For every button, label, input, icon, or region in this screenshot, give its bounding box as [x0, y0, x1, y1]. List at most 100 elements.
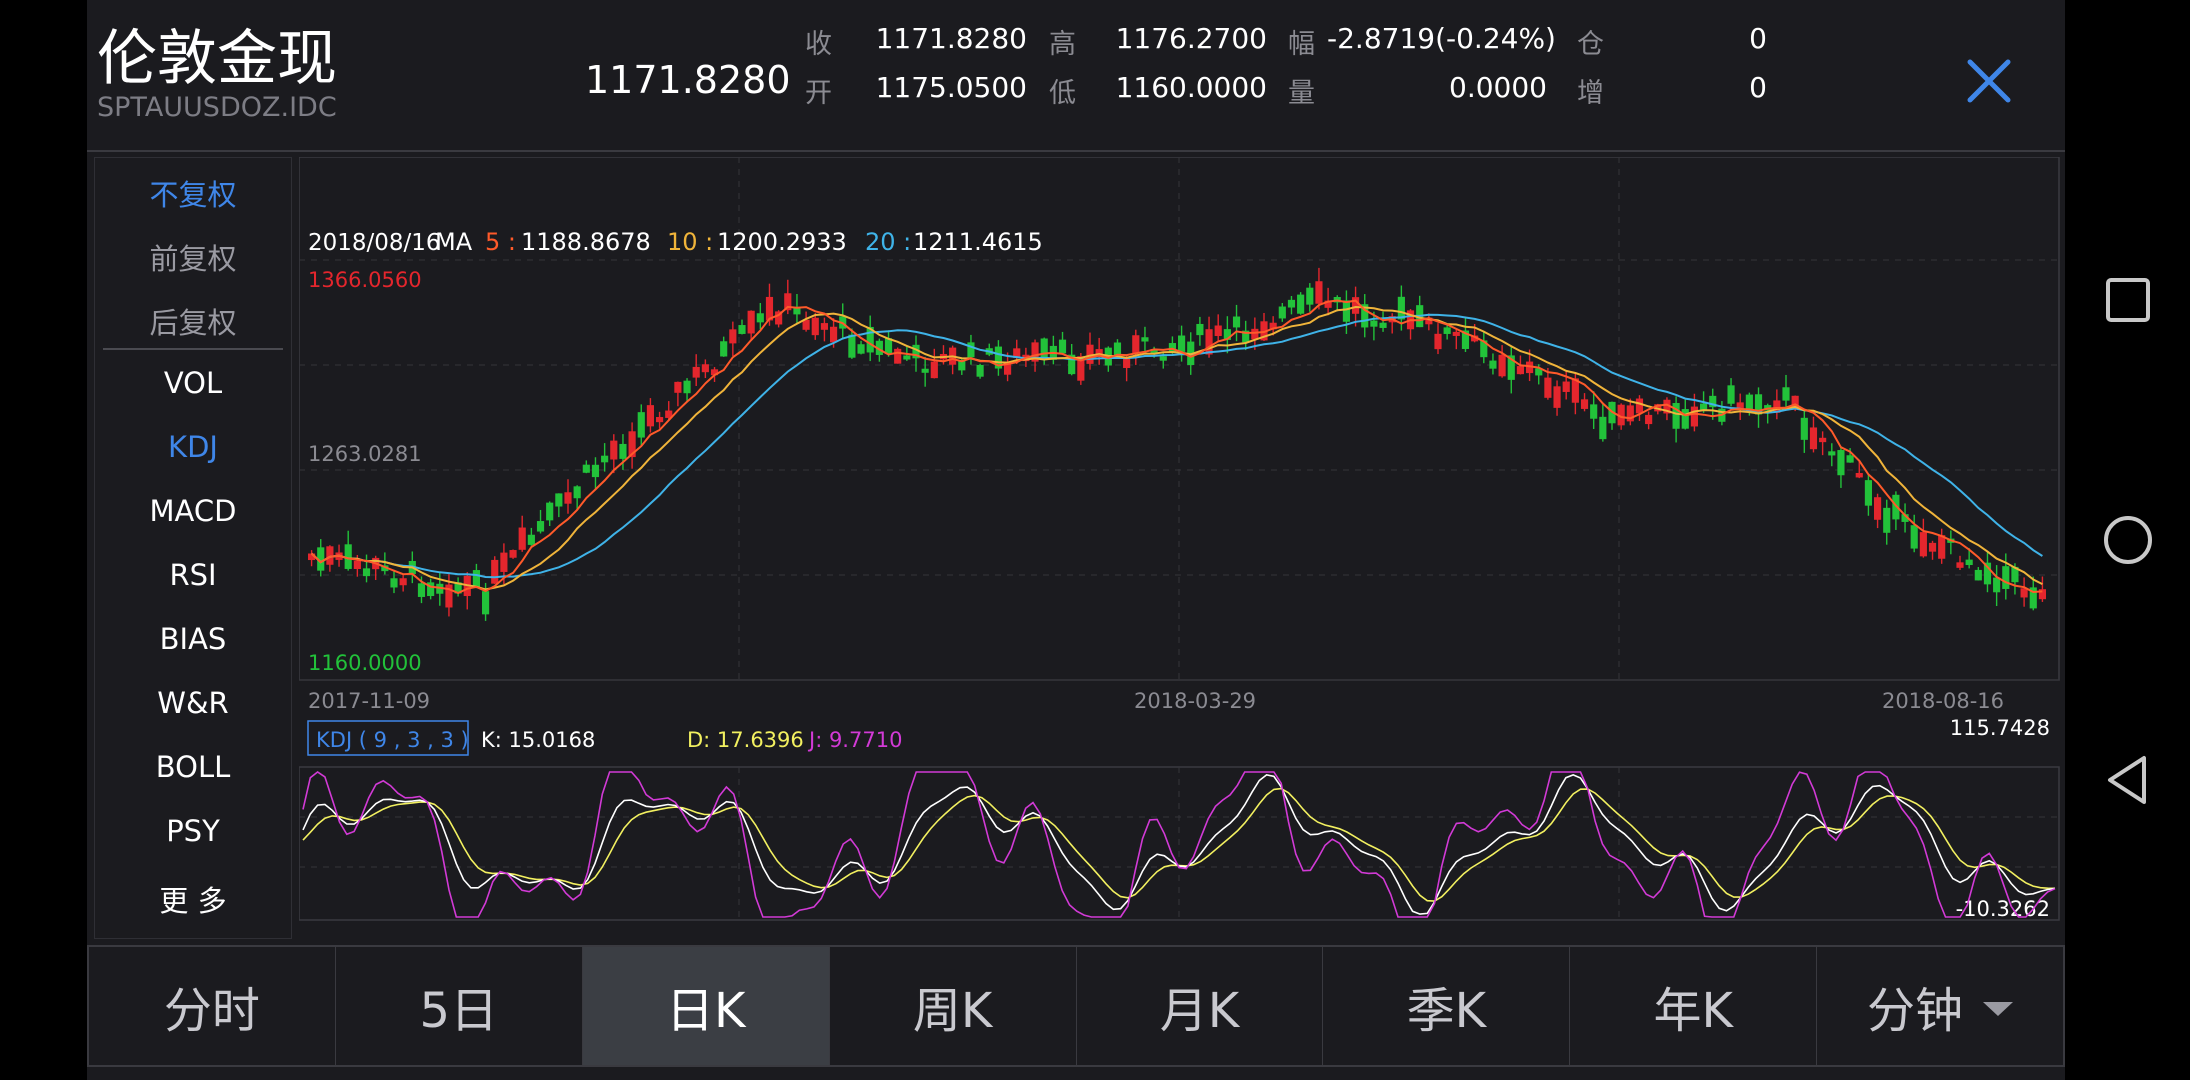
ma10-line — [310, 305, 2043, 591]
candle-body — [1489, 360, 1497, 369]
tab-minute[interactable]: 分钟 — [1817, 947, 2063, 1065]
candle-body — [1993, 577, 2001, 593]
close-icon[interactable] — [1960, 52, 2018, 110]
date-start: 2017-11-09 — [308, 689, 430, 713]
candle-body — [1553, 386, 1561, 408]
back-triangle-icon[interactable] — [2065, 740, 2190, 820]
candle-body — [353, 560, 361, 570]
close-label: 收 — [805, 29, 832, 60]
tab-label: 年K — [1653, 983, 1733, 1039]
menu-kdj[interactable]: KDJ — [95, 430, 291, 464]
menu-rsi[interactable]: RSI — [95, 558, 291, 592]
candle-body — [958, 360, 966, 371]
candle-body — [1590, 404, 1598, 419]
candle-body — [930, 361, 938, 379]
menu-bias[interactable]: BIAS — [95, 622, 291, 656]
menu-more[interactable]: 更 多 — [95, 878, 291, 920]
low-value: 1160.0000 — [1115, 71, 1267, 104]
ma-prefix: MA — [435, 228, 473, 256]
candle-body — [2002, 566, 2010, 589]
candle-body — [683, 380, 691, 394]
candle-body — [1599, 416, 1607, 440]
stock-quote-app: 伦敦金现 SPTAUUSDOZ.IDC 1171.8280 收 1171.828… — [87, 0, 2065, 1080]
menu-macd[interactable]: MACD — [95, 494, 291, 528]
candle-body — [536, 521, 545, 532]
chevron-down-icon — [1983, 1002, 2014, 1016]
candle-body — [1928, 542, 1937, 552]
candle-body — [747, 310, 755, 334]
candle-body — [1251, 328, 1259, 340]
candle-body — [1956, 562, 1964, 568]
candle-body — [1123, 358, 1131, 368]
candle-body — [1635, 398, 1644, 414]
increase-value: 0 — [1749, 71, 1767, 104]
candle-body — [1040, 338, 1048, 360]
candle-body — [1370, 320, 1378, 327]
menu-divider — [103, 348, 283, 350]
candle-body — [1681, 409, 1689, 429]
candle-body — [417, 583, 426, 597]
candle-body — [390, 578, 398, 588]
tab-yearly-k[interactable]: 年K — [1570, 947, 1818, 1065]
tab-label: 5日 — [419, 983, 499, 1039]
menu-no-adjust[interactable]: 不复权 — [95, 172, 291, 214]
tab-timeshare[interactable]: 分时 — [89, 947, 336, 1065]
menu-backward-adjust[interactable]: 后复权 — [95, 300, 291, 342]
kline-chart-svg[interactable]: 2018/08/16 MA 5 : 1188.8678 10 : 1200.29… — [298, 156, 2060, 922]
candle-body — [1645, 414, 1653, 425]
ma10-label: 10 : — [667, 228, 713, 256]
tab-weekly-k[interactable]: 周K — [830, 947, 1077, 1065]
kdj-k-value: K: 15.0168 — [481, 728, 595, 752]
tab-label: 日K — [665, 983, 746, 1039]
ma20-line — [310, 313, 2043, 579]
candle-body — [555, 493, 563, 507]
menu-boll[interactable]: BOLL — [95, 750, 291, 784]
ma5-label: 5 : — [485, 228, 516, 256]
candle-body — [1938, 535, 1946, 559]
candle-body — [1141, 337, 1149, 342]
candle-body — [546, 502, 554, 521]
candle-body — [976, 364, 984, 377]
change-value: -2.8719(-0.24%) — [1327, 22, 1556, 55]
kdj-min-label: -10.3262 — [1956, 897, 2050, 921]
candle-body — [1562, 381, 1570, 392]
tab-5day[interactable]: 5日 — [336, 947, 583, 1065]
period-tabs: 分时 5日 日K 周K 月K 季K 年K 分钟 — [87, 945, 2065, 1067]
candle-body — [1452, 331, 1460, 336]
circle-icon[interactable] — [2065, 500, 2190, 580]
menu-forward-adjust[interactable]: 前复权 — [95, 236, 291, 278]
candle-body — [500, 552, 508, 572]
candle-body — [857, 344, 865, 354]
candle-body — [1828, 451, 1836, 456]
menu-vol[interactable]: VOL — [95, 366, 291, 400]
ma5-line — [310, 299, 2043, 595]
square-icon[interactable] — [2065, 260, 2190, 340]
tab-quarterly-k[interactable]: 季K — [1323, 947, 1571, 1065]
candle-body — [820, 323, 828, 330]
menu-wr[interactable]: W&R — [95, 686, 291, 720]
tab-label: 分钟 — [1867, 983, 1964, 1039]
kdj-max-label: 115.7428 — [1950, 716, 2050, 740]
candle-body — [1974, 569, 1982, 581]
candle-body — [1919, 532, 1927, 557]
candle-body — [1544, 377, 1552, 398]
candle-body — [1058, 339, 1067, 354]
candle-body — [472, 570, 480, 587]
candle-body — [1278, 306, 1286, 319]
kline-chart[interactable]: 2018/08/16 MA 5 : 1188.8678 10 : 1200.29… — [298, 156, 2060, 922]
candle-body — [720, 341, 728, 357]
candle-body — [811, 317, 819, 336]
candle-body — [1782, 387, 1790, 401]
indicator-menu: 不复权 前复权 后复权 VOL KDJ MACD RSI BIAS W&R BO… — [94, 157, 292, 939]
tab-monthly-k[interactable]: 月K — [1077, 947, 1324, 1065]
candle-body — [756, 313, 764, 323]
candle-body — [701, 364, 709, 373]
high-value: 1176.2700 — [1115, 22, 1267, 55]
candle-body — [1580, 399, 1589, 409]
tab-label: 季K — [1406, 983, 1487, 1039]
tab-daily-k[interactable]: 日K — [582, 947, 830, 1065]
menu-psy[interactable]: PSY — [95, 814, 291, 848]
date-end: 2018-08-16 — [1882, 689, 2004, 713]
candle-body — [610, 440, 618, 460]
candle-body — [1196, 323, 1204, 336]
